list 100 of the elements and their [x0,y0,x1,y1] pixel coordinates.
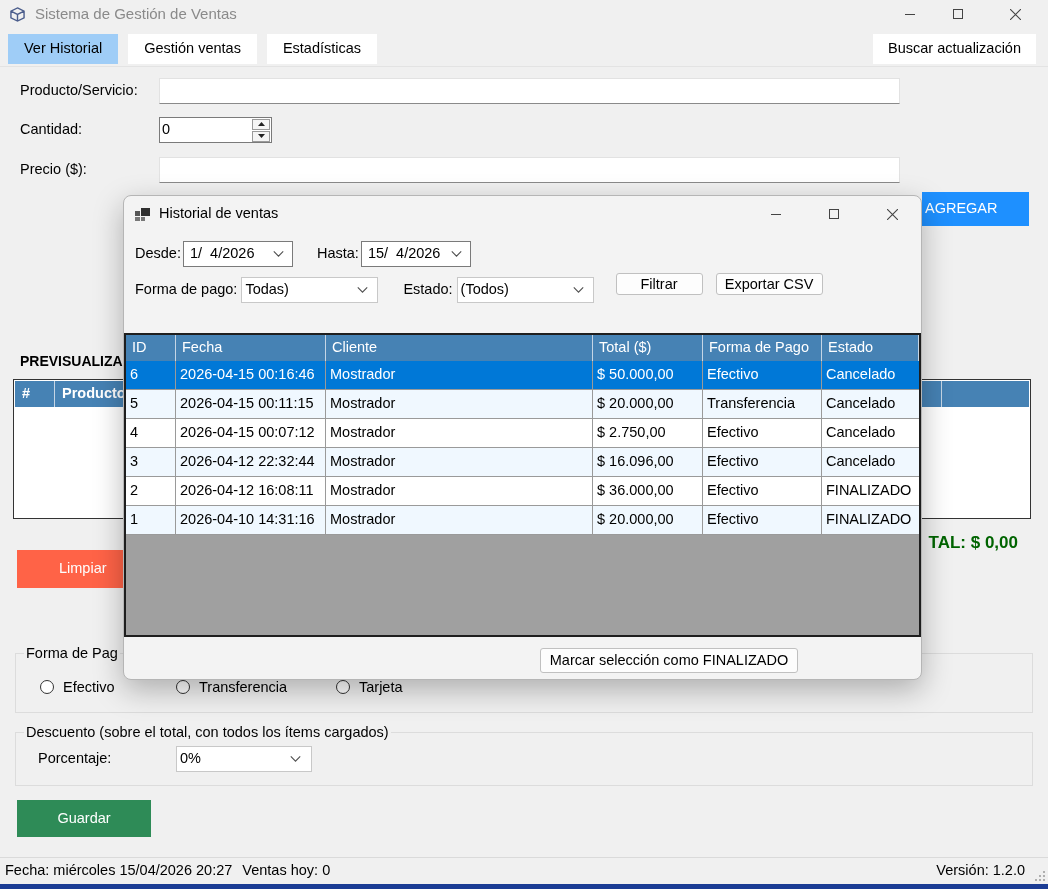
date-picker[interactable]: 15/ 4/2026 [360,241,471,267]
table-cell: $ 2.750,00 [593,419,703,447]
table-cell: $ 16.096,00 [593,448,703,476]
table-cell-text: Cancelado [825,423,897,443]
export-button[interactable]: Exportar CSV [715,273,823,295]
table-cell: Efectivo [703,448,822,476]
table-cell: 2026-04-12 22:32:44 [176,448,326,476]
update-button[interactable]: Buscar actualización [873,34,1036,64]
column-header: Producto [61,384,126,404]
close-icon [1009,8,1021,20]
table-cell: 2 [126,477,176,505]
table-cell: Mostrador [326,477,593,505]
mark-finalized-button[interactable]: Marcar selección como FINALIZADO [540,648,798,673]
filter-button[interactable]: Filtrar [615,273,703,295]
field-label: Precio ($): [20,160,88,180]
minimize-icon [905,13,915,15]
field-label: Cantidad: [20,120,84,140]
table-cell: Mostrador [326,506,593,534]
radio-button[interactable] [40,680,54,694]
maximize-icon [829,209,839,219]
table-cell: Mostrador [326,361,593,389]
status-sales-count: Ventas hoy: 0 [242,861,331,881]
table-cell: $ 50.000,00 [593,361,703,389]
table-cell: 2026-04-15 00:11:15 [176,390,326,418]
table-cell: 2026-04-15 00:07:12 [176,419,326,447]
table-cell: $ 20.000,00 [593,506,703,534]
filter-label: Hasta: [316,244,359,264]
table-cell: Mostrador [326,448,593,476]
chevron-down-icon [572,287,584,293]
down-arrow-icon [257,134,265,138]
spin-up-button[interactable] [252,118,270,130]
table-row[interactable]: 6 2026-04-15 00:16:46 Mostrador $ 50.000,00 Efectivo Cancelado [126,361,919,390]
group-title: Forma de Pag [25,645,119,662]
table-cell: $ 20.000,00 [593,390,703,418]
date-picker[interactable]: 1/ 4/2026 [182,241,293,267]
close-icon [886,208,898,220]
dropdown[interactable]: Todas) [241,277,379,303]
chevron-down-icon [290,756,301,762]
up-arrow-icon [257,122,265,126]
input-field[interactable] [159,78,900,104]
table-row[interactable]: 4 2026-04-15 00:07:12 Mostrador $ 2.750,00 Efectivo Cancelado [126,419,919,448]
table-row[interactable]: 2 2026-04-12 16:08:11 Mostrador $ 36.000,00 Efectivo FINALIZADO [126,477,919,506]
chevron-down-icon [272,251,284,257]
table-row[interactable]: 5 2026-04-15 00:11:15 Mostrador $ 20.000,00 Transferencia Cancelado [126,390,919,419]
table-cell: Efectivo [703,419,822,447]
table-cell: Efectivo [703,477,822,505]
maximize-icon [953,9,963,19]
table-cell: 2026-04-15 00:16:46 [176,361,326,389]
tab[interactable]: Gestión ventas [128,34,257,64]
table-cell: Mostrador [326,390,593,418]
table-cell: 4 [126,419,176,447]
table-cell: 5 [126,390,176,418]
tab[interactable]: Ver Historial [8,34,119,64]
input-field[interactable] [159,157,900,183]
radio-label[interactable]: Transferencia [199,679,288,695]
tab[interactable]: Estadísticas [266,34,378,64]
table-cell: 2026-04-12 16:08:11 [176,477,326,505]
filter-label: Forma de pago: [135,280,238,300]
field-label: Producto/Servicio: [20,81,139,101]
radio-label[interactable]: Tarjeta [359,679,403,695]
table-cell-text: Cancelado [825,452,897,472]
minimize-icon [771,213,781,215]
resize-grip-icon [1035,871,1045,881]
radio-button[interactable] [176,680,190,694]
table-cell: Mostrador [326,419,593,447]
radio-label[interactable]: Efectivo [63,679,115,695]
table-cell: 2026-04-10 14:31:16 [176,506,326,534]
table-cell: 1 [126,506,176,534]
group-title: Descuento (sobre el total, con todos los ítems cargados) [25,724,390,741]
table-cell: 3 [126,448,176,476]
save-button[interactable]: Guardar [17,800,151,837]
window-title: Sistema de Gestión de Ventas [35,3,237,24]
chevron-down-icon [450,251,462,257]
table-cell: Efectivo [703,361,822,389]
table-cell: Transferencia [703,390,822,418]
status-date: Fecha: miércoles 15/04/2026 20:27 [5,861,233,881]
column-header: # [15,381,55,407]
cube-icon [10,6,25,22]
table-cell-text: Cancelado [825,394,897,414]
table-cell-text: Cancelado [825,365,897,385]
dropdown[interactable]: (Todos) [456,277,594,303]
section-title: PREVISUALIZA [20,353,123,370]
filter-label: Desde: [135,244,181,264]
table-cell: $ 36.000,00 [593,477,703,505]
table-row[interactable]: 3 2026-04-12 22:32:44 Mostrador $ 16.096,00 Efectivo Cancelado [126,448,919,477]
percentage-dropdown[interactable]: 0% [176,746,312,772]
chevron-down-icon [357,287,369,293]
version-label: Versión: 1.2.0 [936,861,1025,881]
table-cell: Efectivo [703,506,822,534]
total-label: TAL: $ 0,00 [928,534,1018,551]
radio-button[interactable] [336,680,350,694]
field-label: Porcentaje: [38,749,113,769]
spin-down-button[interactable] [252,130,270,142]
filter-label: Estado: [403,280,453,300]
squares-icon [135,207,150,221]
table-cell: 6 [126,361,176,389]
table-cell-text: FINALIZADO [825,510,913,530]
table-row[interactable]: 1 2026-04-10 14:31:16 Mostrador $ 20.000,00 Efectivo FINALIZADO [126,506,919,535]
dialog-title: Historial de ventas [159,204,279,224]
quantity-spinner[interactable]: 0 [159,117,272,143]
